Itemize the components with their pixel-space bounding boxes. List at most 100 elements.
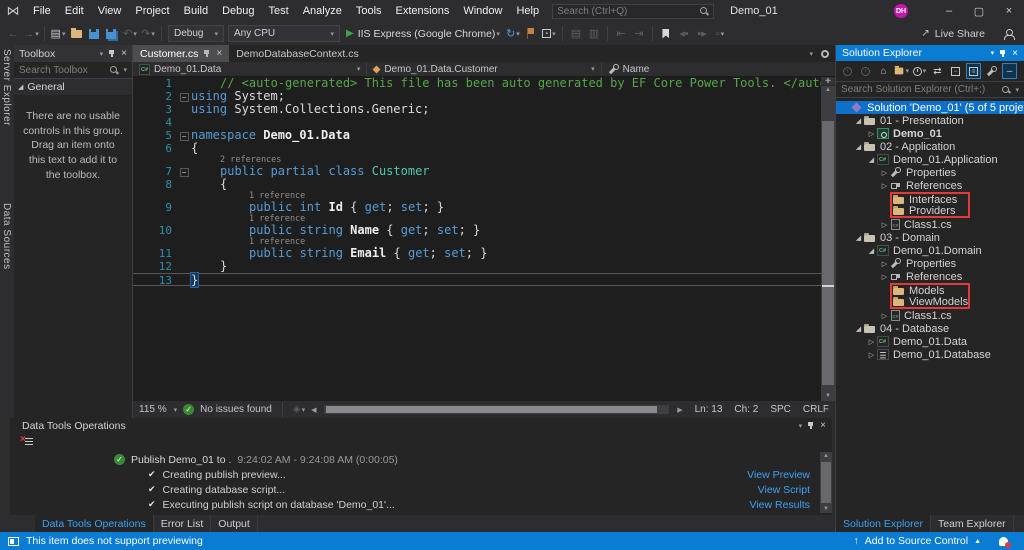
splitter-handle[interactable]: ✚ [821,77,835,86]
notification-bell-icon[interactable] [999,536,1011,548]
close-icon[interactable]: × [216,48,222,59]
menu-extensions[interactable]: Extensions [389,5,457,17]
expander-icon[interactable]: ◢ [853,325,864,333]
tree-item-02-application[interactable]: ◢ 02 - Application [836,140,1024,153]
tree-item-references[interactable]: ▷ References [836,270,1024,283]
next-bookmark-icon[interactable]: ▪▸ [694,25,710,43]
horizontal-scrollbar[interactable] [324,405,670,414]
save-all-icon[interactable] [104,25,120,43]
clear-completed-operations-icon[interactable] [20,434,33,447]
home-icon[interactable]: ⌂ [876,63,891,79]
window-options-icon[interactable] [821,49,829,58]
editor-vertical-scrollbar[interactable]: ✚ ▲ ▼ [821,77,835,401]
tree-item-providers[interactable]: Providers [836,205,1024,218]
tree-item-references[interactable]: ▷ References [836,179,1024,192]
expander-icon[interactable]: ▷ [879,312,890,320]
tree-item-class1-cs[interactable]: ▷Class1.cs [836,218,1024,231]
panel-menu-icon[interactable]: ▾ [799,422,803,430]
collapse-all-icon[interactable]: − [948,63,963,79]
expander-icon[interactable]: ◢ [866,247,877,255]
new-project-icon[interactable]: ▤ ▾ [50,25,66,43]
redo-icon[interactable]: ↷ ▾ [140,25,156,43]
forward-icon[interactable]: › [858,63,873,79]
open-folder-icon[interactable] [68,25,84,43]
save-icon[interactable] [86,25,102,43]
side-tab-server-explorer[interactable]: Server Explorer [1,49,12,126]
properties-icon[interactable] [984,63,999,79]
type-dropdown[interactable]: Demo_01.Data.Customer ▾ [367,62,602,76]
link-view-script[interactable]: View Script [758,484,810,496]
tree-item-demo-01-data[interactable]: ▷Demo_01.Data [836,335,1024,348]
menu-tools[interactable]: Tools [349,5,389,17]
code-line-3[interactable]: 3 using System.Collections.Generic; [133,103,821,117]
menu-project[interactable]: Project [128,5,176,17]
pin-icon[interactable] [999,49,1007,58]
pin-icon[interactable] [203,49,211,58]
menu-file[interactable]: File [26,5,58,17]
expander-icon[interactable]: ◢ [853,117,864,125]
live-share-label[interactable]: Live Share [935,28,985,40]
refresh-icon[interactable]: ↻ ▾ [505,25,521,43]
run-button[interactable]: ▶ IIS Express (Google Chrome) ▾ [346,28,500,40]
tree-item-demo-01-domain[interactable]: ◢Demo_01.Domain [836,244,1024,257]
tree-item-demo-01[interactable]: ▷ Demo_01 [836,127,1024,140]
chevron-up-icon[interactable]: ▲ [974,538,981,545]
fold-marker-icon[interactable]: − [179,168,189,177]
tree-item-01-presentation[interactable]: ◢ 01 - Presentation [836,114,1024,127]
menu-view[interactable]: View [91,5,129,17]
undo-icon[interactable]: ↶ ▾ [122,25,138,43]
expander-icon[interactable]: ◢ [853,143,864,151]
add-to-source-control[interactable]: Add to Source Control [865,535,968,547]
expander-icon[interactable]: ◢ [853,234,864,242]
clear-bookmarks-icon[interactable]: ▫ ▾ [712,25,728,43]
pin-icon[interactable] [807,421,815,430]
minimize-button[interactable]: – [934,0,964,22]
tree-item-models[interactable]: Models [836,283,1024,297]
active-files-dropdown-icon[interactable]: ▾ [809,50,813,58]
scroll-right-icon[interactable]: ▶ [677,406,682,414]
expander-icon[interactable]: ▷ [879,182,890,190]
member-dropdown[interactable]: Name [602,62,835,76]
scroll-down-icon[interactable]: ▼ [821,392,835,401]
code-lines[interactable]: 1// <auto-generated> This file has been … [133,77,821,401]
tab-data-tools-operations[interactable]: Data Tools Operations [35,515,154,532]
diff-margin-icon[interactable]: ◈▾ [293,404,305,415]
attach-icon[interactable] [523,25,539,43]
uncomment-icon[interactable]: ▥ [586,25,602,43]
tab-output[interactable]: Output [211,515,258,532]
side-tab-data-sources[interactable]: Data Sources [1,203,12,270]
scrollbar-thumb[interactable] [822,120,834,386]
expander-icon[interactable]: ◢ [866,156,877,164]
menu-edit[interactable]: Edit [58,5,91,17]
tree-item-viewmodels[interactable]: ViewModels [836,296,1024,309]
decrease-indent-icon[interactable]: ⇤ [613,25,629,43]
code-line-13[interactable]: 13} [133,272,821,288]
switch-views-icon[interactable]: ▾ [894,63,909,79]
code-line-10[interactable]: 10 public string Name { get; set; } [133,224,821,238]
operation-row[interactable]: ✓ Publish Demo_01 to . 9:24:02 AM - 9:24… [10,452,818,467]
spaces-indicator[interactable]: SPC [770,404,791,415]
tree-item-demo-01-application[interactable]: ◢Demo_01.Application [836,153,1024,166]
expander-icon[interactable]: ▷ [879,260,890,268]
panel-scrollbar[interactable]: ▲ ▼ [820,452,832,513]
zoom-level[interactable]: 115 % [139,404,167,415]
tree-item-solution-demo-01-5-of-5-projects[interactable]: Solution 'Demo_01' (5 of 5 projects) [836,101,1024,114]
code-line-8[interactable]: 8{ [133,178,821,192]
solution-search-input[interactable]: Search Solution Explorer (Ctrl+;) ▾ [836,81,1024,98]
prev-bookmark-icon[interactable]: ◂▪ [676,25,692,43]
menu-test[interactable]: Test [262,5,296,17]
eol-indicator[interactable]: CRLF [803,404,829,415]
close-icon[interactable]: × [820,420,826,431]
close-icon[interactable]: × [1012,48,1018,59]
tree-item-03-domain[interactable]: ◢ 03 - Domain [836,231,1024,244]
menu-analyze[interactable]: Analyze [296,5,349,17]
show-all-files-icon[interactable]: ≡ [966,63,981,79]
close-button[interactable]: × [994,0,1024,22]
scroll-down-icon[interactable]: ▼ [820,506,832,512]
tab-demodatabasecontext-cs[interactable]: DemoDatabaseContext.cs [229,45,366,62]
code-line-6[interactable]: 6{ [133,142,821,156]
close-icon[interactable]: × [121,48,127,59]
tab-team-explorer[interactable]: Team Explorer [931,515,1014,532]
code-line-12[interactable]: 12} [133,260,821,274]
codelens-row[interactable]: 1 reference [133,191,821,201]
